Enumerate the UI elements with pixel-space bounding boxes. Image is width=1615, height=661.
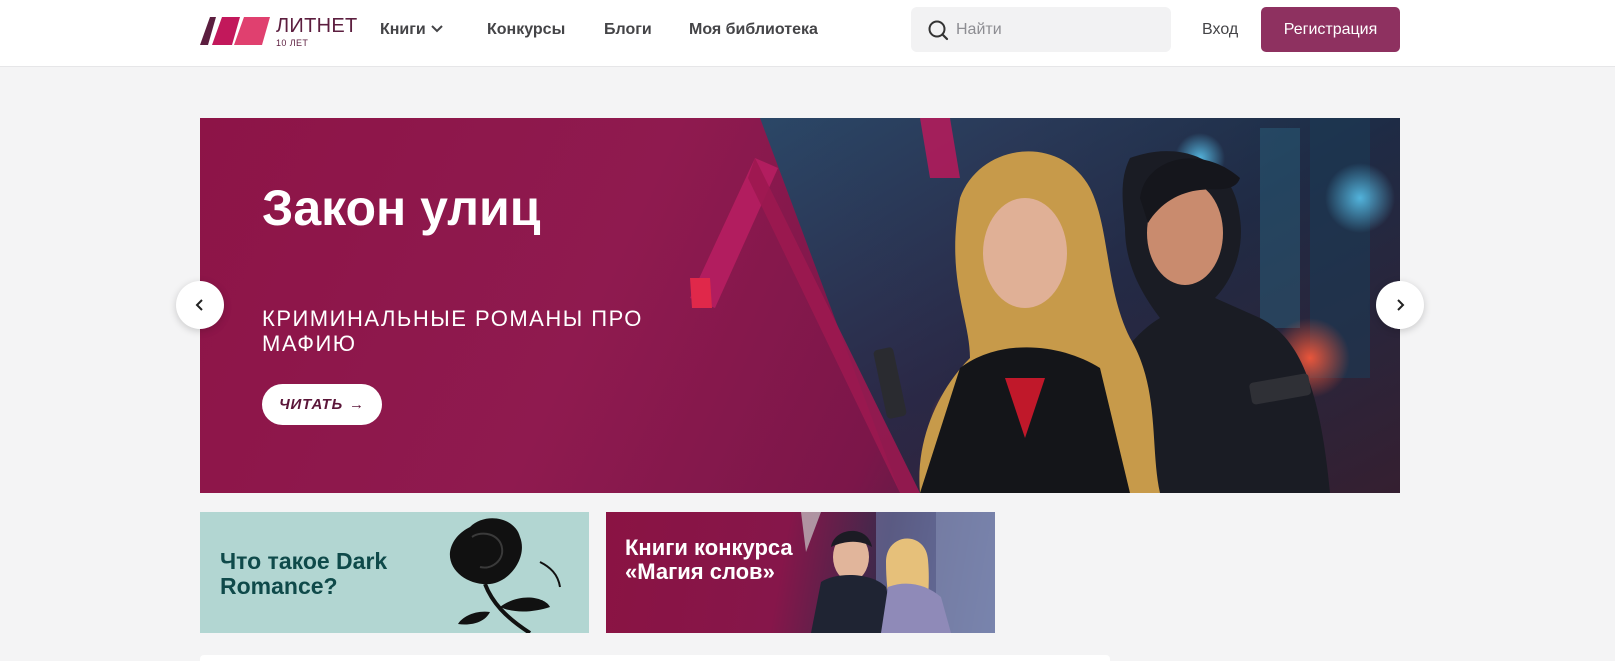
content-card-top bbox=[200, 655, 1110, 661]
hero-read-button[interactable]: ЧИТАТЬ → bbox=[262, 384, 382, 425]
chevron-down-icon bbox=[430, 20, 444, 40]
chevron-right-icon bbox=[1397, 299, 1405, 311]
nav-my-library[interactable]: Моя библиотека bbox=[689, 20, 818, 40]
logo-anniversary: 10 ЛЕТ bbox=[276, 38, 309, 48]
nav-books-label: Книги bbox=[380, 21, 426, 39]
login-link[interactable]: Вход bbox=[1202, 20, 1238, 40]
arrow-right-icon: → bbox=[349, 396, 365, 413]
hero-banner[interactable]: Закон улиц КРИМИНАЛЬНЫЕ РОМАНЫ ПРО МАФИЮ… bbox=[200, 118, 1400, 493]
logo-mark-icon bbox=[200, 17, 270, 45]
search-box[interactable] bbox=[911, 7, 1171, 52]
chevron-left-icon bbox=[195, 299, 203, 311]
hero-subtitle: КРИМИНАЛЬНЫЕ РОМАНЫ ПРО МАФИЮ bbox=[262, 306, 643, 356]
nav-contests[interactable]: Конкурсы bbox=[487, 20, 565, 40]
nav-blogs[interactable]: Блоги bbox=[604, 20, 652, 40]
promo-magic-of-words[interactable]: Книги конкурса «Магия слов» bbox=[606, 512, 995, 633]
hero-read-label: ЧИТАТЬ bbox=[279, 396, 344, 413]
hero-title: Закон улиц bbox=[262, 180, 541, 236]
carousel-next-button[interactable] bbox=[1376, 281, 1424, 329]
promo-magic-of-words-text: Книги конкурса «Магия слов» bbox=[625, 535, 793, 584]
search-input[interactable] bbox=[956, 7, 1156, 52]
site-header: ЛИТНЕТ 10 ЛЕТ Книги Конкурсы Блоги Моя б… bbox=[0, 0, 1615, 67]
promo-dark-romance[interactable]: Что такое Dark Romance? bbox=[200, 512, 589, 633]
search-icon bbox=[928, 20, 949, 41]
site-logo[interactable]: ЛИТНЕТ 10 ЛЕТ bbox=[200, 15, 357, 49]
nav-books[interactable]: Книги bbox=[380, 20, 444, 40]
carousel-prev-button[interactable] bbox=[176, 281, 224, 329]
register-button[interactable]: Регистрация bbox=[1261, 7, 1400, 52]
black-rose-image bbox=[449, 518, 561, 633]
logo-name: ЛИТНЕТ bbox=[276, 15, 358, 37]
